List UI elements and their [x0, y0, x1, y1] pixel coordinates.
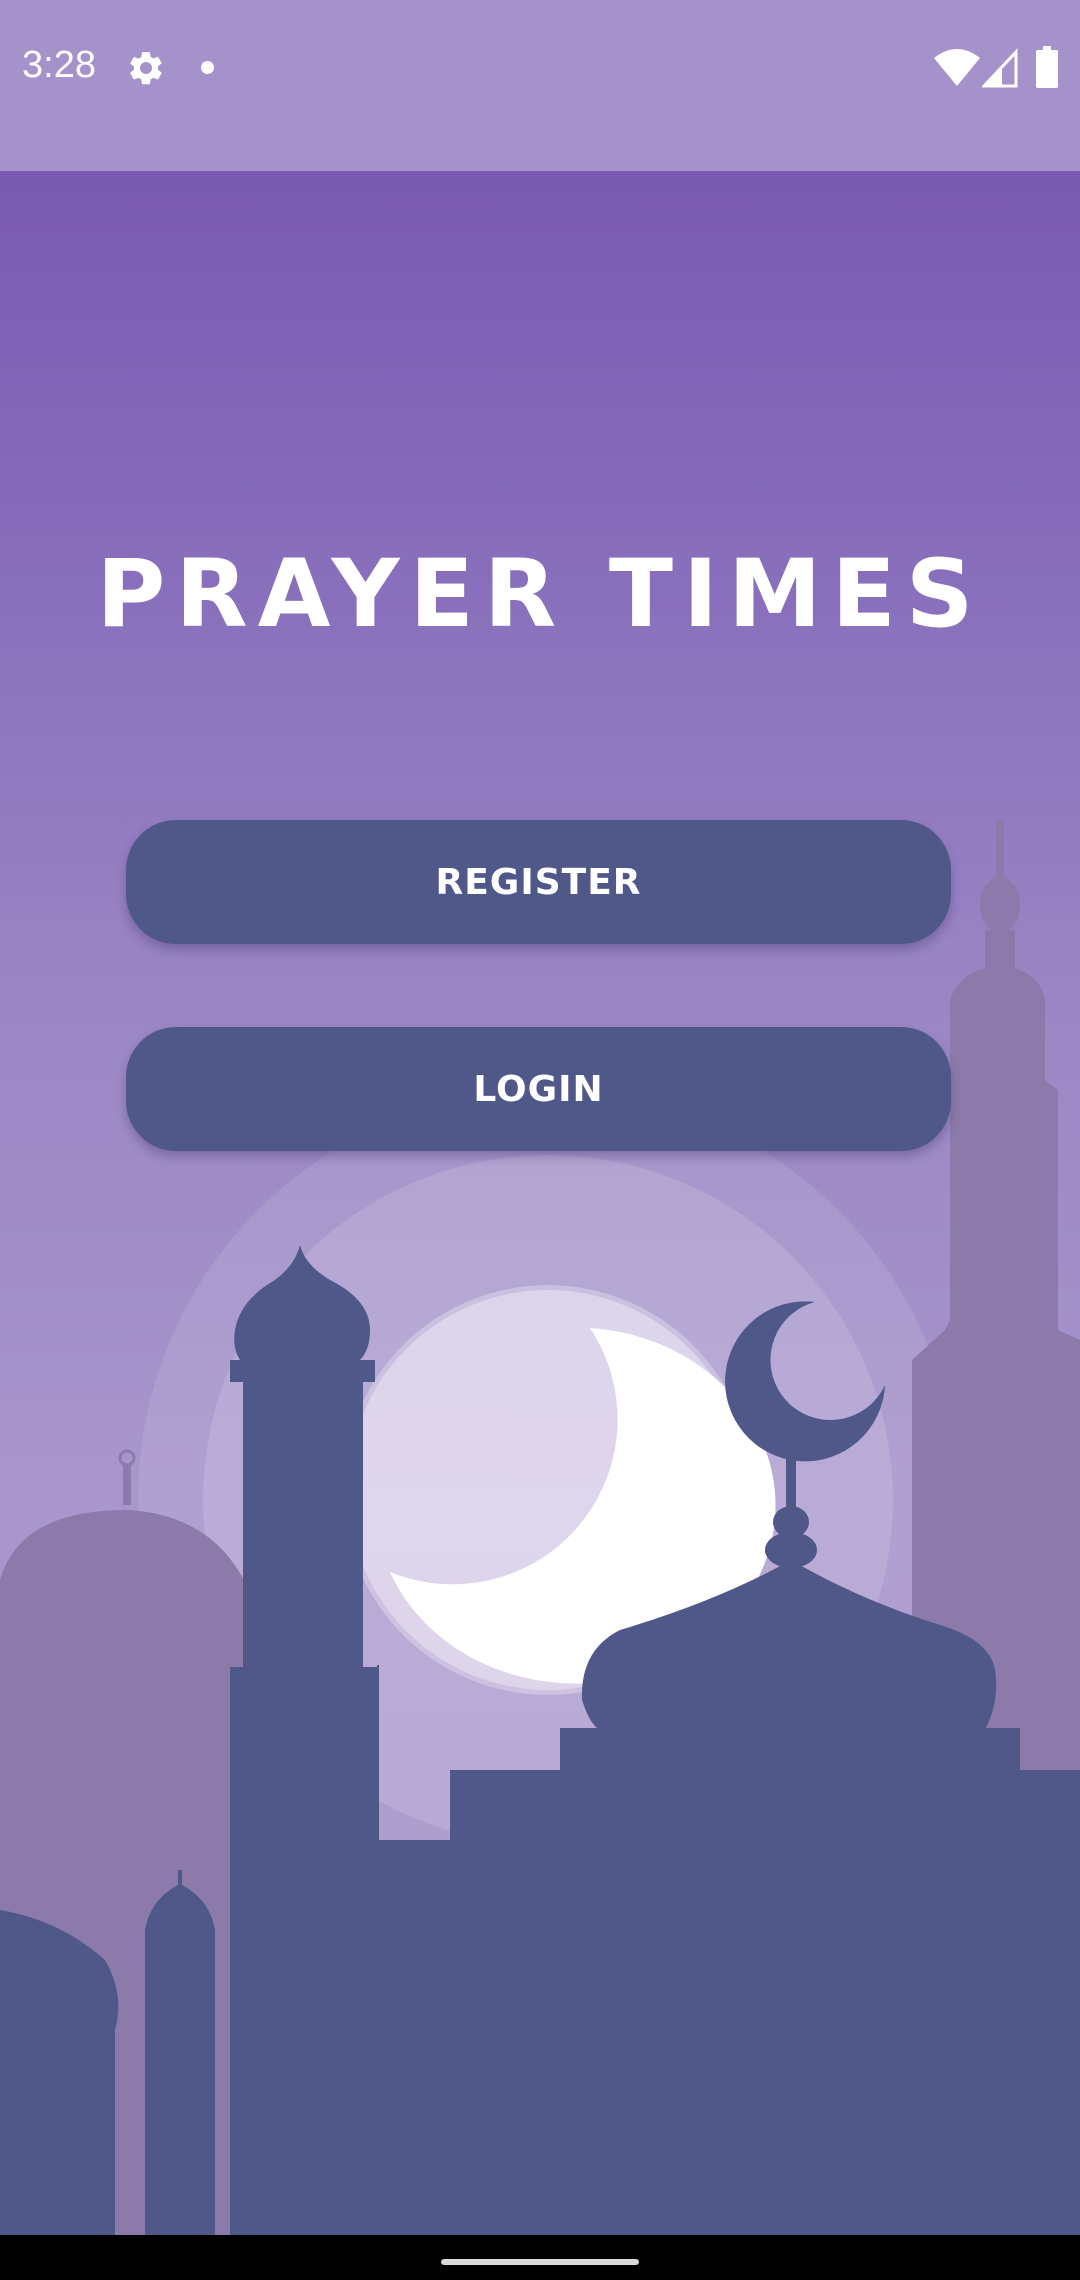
gear-icon	[130, 52, 162, 85]
signal-icon	[982, 48, 1018, 88]
battery-icon	[1036, 46, 1058, 88]
main-minaret	[230, 1245, 377, 2280]
notification-dot-icon	[201, 61, 214, 74]
home-indicator[interactable]	[441, 2259, 639, 2265]
register-button[interactable]: REGISTER	[126, 820, 951, 944]
navigation-bar	[0, 2235, 1080, 2280]
app-screen: 3:28 PRAYER TIMES REGISTER LOGIN	[0, 0, 1080, 2280]
status-time: 3:28	[22, 44, 96, 86]
status-bar: 3:28	[0, 0, 1080, 171]
wifi-icon	[934, 49, 980, 86]
login-button[interactable]: LOGIN	[126, 1027, 951, 1151]
app-title: PRAYER TIMES	[96, 540, 984, 649]
